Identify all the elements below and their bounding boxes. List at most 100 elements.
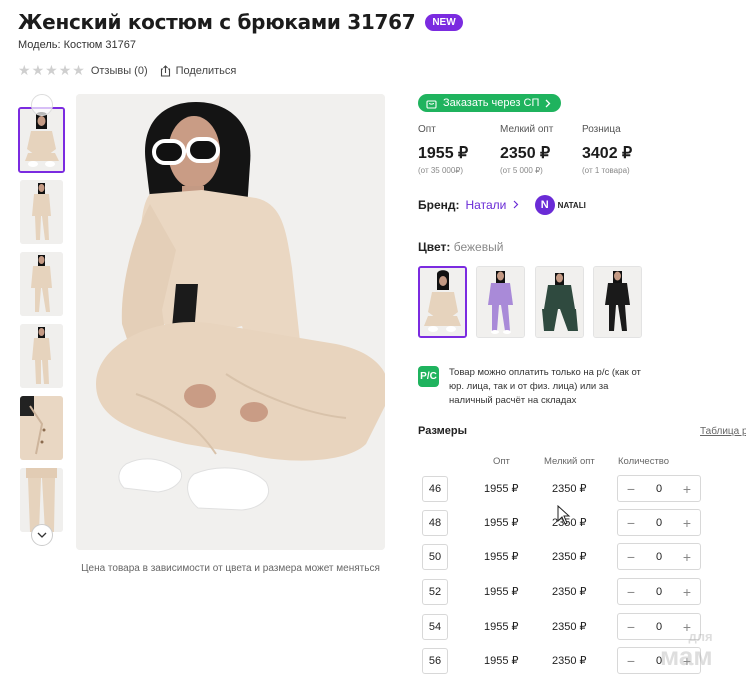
- price-block: Опт 1955 ₽ (от 35 000₽) Мелкий опт 2350 …: [418, 124, 664, 175]
- color-swatch-black[interactable]: [593, 266, 642, 338]
- color-swatch-beige[interactable]: [418, 266, 467, 338]
- brand-logo-text: NATALI: [557, 200, 586, 210]
- size-row: 48 1955 ₽ 2350 ₽ − 0 +: [418, 509, 746, 537]
- share-label: Поделиться: [175, 64, 237, 77]
- quantity-input[interactable]: 0: [656, 551, 662, 563]
- plus-icon[interactable]: +: [680, 482, 694, 496]
- brand-link[interactable]: Натали: [466, 198, 519, 212]
- thumbnail-5[interactable]: [20, 396, 63, 460]
- bank-account-icon: Р/С: [418, 366, 439, 387]
- quantity-stepper: − 0 +: [617, 578, 701, 605]
- price-label: Мелкий опт: [500, 124, 554, 135]
- brand-row: Бренд: Натали N NATALI: [418, 195, 586, 215]
- size-value: 50: [422, 544, 448, 570]
- price-value: 2350 ₽: [500, 145, 551, 162]
- quantity-stepper: − 0 +: [617, 509, 701, 536]
- brand-label: Бренд:: [418, 198, 460, 212]
- price-condition: (от 35 000₽): [418, 166, 464, 175]
- star-icon: ★: [58, 62, 72, 78]
- plus-icon[interactable]: +: [680, 585, 694, 599]
- order-button-label: Заказать через СП: [443, 97, 540, 109]
- share-button[interactable]: Поделиться: [160, 64, 237, 77]
- size-value: 46: [422, 476, 448, 502]
- price-wholesale: Опт 1955 ₽ (от 35 000₽): [418, 124, 500, 175]
- new-badge: NEW: [425, 13, 463, 31]
- wholesale-price: 1955 ₽: [484, 586, 519, 598]
- minus-icon[interactable]: −: [624, 585, 638, 599]
- price-label: Розница: [582, 124, 621, 135]
- chevron-right-icon: [545, 99, 551, 107]
- quantity-input[interactable]: 0: [656, 483, 662, 495]
- wholesale-price: 1955 ₽: [484, 655, 519, 667]
- thumbnail-6[interactable]: [20, 468, 63, 532]
- star-icon: ★: [31, 62, 45, 78]
- brand-logo-mark: N: [534, 195, 555, 215]
- size-row: 52 1955 ₽ 2350 ₽ − 0 +: [418, 578, 746, 606]
- order-joint-purchase-button[interactable]: Заказать через СП: [418, 94, 562, 112]
- price-condition: (от 5 000 ₽): [500, 166, 543, 175]
- plus-icon[interactable]: +: [680, 516, 694, 530]
- color-value: бежевый: [453, 240, 504, 254]
- column-header-small-wholesale: Мелкий опт: [544, 456, 595, 467]
- thumbnail-4[interactable]: [20, 324, 63, 388]
- watermark-line: мам: [660, 641, 713, 671]
- price-retail: Розница 3402 ₽ (от 1 товара): [582, 124, 664, 175]
- small-wholesale-price: 2350 ₽: [552, 483, 587, 495]
- size-value: 52: [422, 579, 448, 605]
- price-value: 3402 ₽: [582, 145, 633, 162]
- price-label: Опт: [418, 124, 436, 135]
- brand-name: Натали: [465, 198, 507, 212]
- size-row: 46 1955 ₽ 2350 ₽ − 0 +: [418, 475, 746, 503]
- minus-icon[interactable]: −: [624, 550, 638, 564]
- main-product-photo[interactable]: [76, 94, 385, 550]
- color-swatch-lavender[interactable]: [476, 266, 525, 338]
- size-chart-link[interactable]: Таблица р: [700, 426, 746, 437]
- star-icon: ★: [18, 62, 31, 78]
- reviews-link[interactable]: Отзывы (0): [91, 65, 148, 77]
- quantity-input[interactable]: 0: [656, 586, 662, 598]
- thumbnail-2[interactable]: [20, 180, 63, 244]
- thumbnails-scroll-up-button[interactable]: [31, 94, 53, 116]
- quantity-stepper: − 0 +: [617, 543, 701, 570]
- price-condition: (от 1 товара): [582, 166, 630, 175]
- quantity-stepper: − 0 +: [617, 475, 701, 502]
- thumbnail-3[interactable]: [20, 252, 63, 316]
- thumbnail-strip: [18, 94, 66, 550]
- thumbnail-1[interactable]: [18, 107, 65, 173]
- size-value: 56: [422, 648, 448, 674]
- price-note: Цена товара в зависимости от цвета и раз…: [81, 563, 380, 574]
- wholesale-price: 1955 ₽: [484, 483, 519, 495]
- wholesale-price: 1955 ₽: [484, 551, 519, 563]
- color-swatch-dark-green[interactable]: [535, 266, 584, 338]
- plus-icon[interactable]: +: [680, 550, 694, 564]
- share-icon: [160, 64, 170, 77]
- site-watermark: для мам: [660, 630, 713, 669]
- wholesale-price: 1955 ₽: [484, 621, 519, 633]
- bag-icon: [426, 99, 437, 109]
- size-row: 50 1955 ₽ 2350 ₽ − 0 +: [418, 543, 746, 571]
- payment-note: Р/С Товар можно оплатить только на р/с (…: [418, 366, 649, 408]
- thumbnails-scroll-down-button[interactable]: [31, 524, 53, 546]
- meta-row: ★ ★ ★ ★ ★ Отзывы (0) Поделиться: [18, 62, 236, 79]
- color-row: Цвет: бежевый: [418, 240, 503, 254]
- minus-icon[interactable]: −: [624, 654, 638, 668]
- star-icon: ★: [72, 62, 85, 78]
- page-title: Женский костюм с брюками 31767: [18, 10, 416, 34]
- small-wholesale-price: 2350 ₽: [552, 655, 587, 667]
- minus-icon[interactable]: −: [624, 516, 638, 530]
- quantity-input[interactable]: 0: [656, 517, 662, 529]
- small-wholesale-price: 2350 ₽: [552, 586, 587, 598]
- small-wholesale-price: 2350 ₽: [552, 621, 587, 633]
- payment-note-text: Товар можно оплатить только на р/с (как …: [449, 367, 641, 406]
- minus-icon[interactable]: −: [624, 620, 638, 634]
- rating-stars[interactable]: ★ ★ ★ ★ ★: [18, 62, 85, 79]
- model-label: Модель: Костюм 31767: [18, 39, 136, 51]
- color-label: Цвет:: [418, 240, 451, 254]
- price-value: 1955 ₽: [418, 145, 469, 162]
- sizes-title: Размеры: [418, 425, 468, 437]
- chevron-right-icon: [513, 200, 519, 209]
- minus-icon[interactable]: −: [624, 482, 638, 496]
- wholesale-price: 1955 ₽: [484, 517, 519, 529]
- brand-logo[interactable]: N NATALI: [534, 195, 586, 215]
- chevron-down-icon: [37, 532, 47, 538]
